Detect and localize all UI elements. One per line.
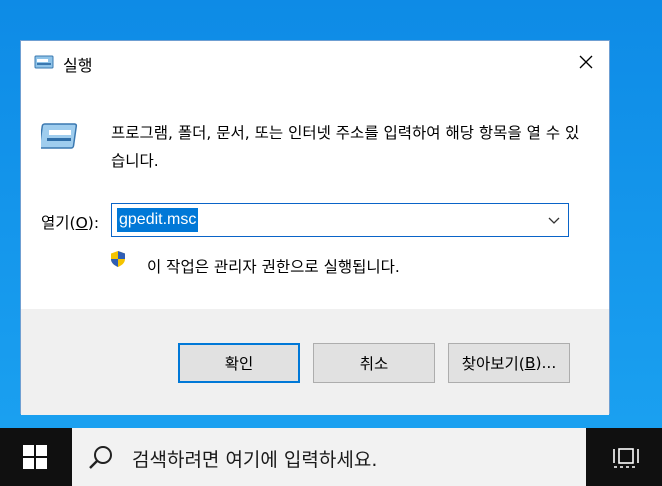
search-icon <box>89 446 112 469</box>
open-label-prefix: 열기( <box>41 214 76 232</box>
dialog-footer: 확인 취소 찾아보기(B)... <box>21 309 609 415</box>
browse-label-prefix: 찾아보기( <box>461 355 525 373</box>
admin-note: 이 작업은 관리자 권한으로 실행됩니다. <box>147 258 400 276</box>
browse-label-suffix: )... <box>535 354 557 372</box>
dialog-title: 실행 <box>63 56 93 75</box>
close-button[interactable] <box>563 41 609 83</box>
cancel-button[interactable]: 취소 <box>313 343 435 383</box>
chevron-down-icon[interactable] <box>548 214 560 226</box>
open-label-accesskey: O <box>75 214 88 232</box>
uac-shield-icon <box>111 251 125 267</box>
search-placeholder: 검색하려면 여기에 입력하세요. <box>132 449 378 471</box>
taskbar: 검색하려면 여기에 입력하세요. <box>0 428 662 486</box>
windows-logo-icon <box>23 445 47 469</box>
ok-button[interactable]: 확인 <box>178 343 300 383</box>
browse-button[interactable]: 찾아보기(B)... <box>448 343 570 383</box>
taskbar-search-box[interactable]: 검색하려면 여기에 입력하세요. <box>72 428 586 486</box>
task-view-icon <box>613 448 639 468</box>
dialog-description: 프로그램, 폴더, 문서, 또는 인터넷 주소를 입력하여 해당 항목을 열 수… <box>111 124 580 170</box>
browse-accesskey: B <box>524 354 536 372</box>
open-combobox[interactable]: gpedit.msc <box>111 203 569 237</box>
run-dialog: 실행 프로그램, 폴더, 문서, 또는 인터넷 주소를 입력하여 해당 항목을 … <box>20 40 610 415</box>
run-icon <box>34 55 54 69</box>
run-large-icon <box>41 123 78 149</box>
start-button[interactable] <box>0 428 70 486</box>
open-label-suffix: ): <box>87 214 100 232</box>
open-input[interactable]: gpedit.msc <box>117 208 199 232</box>
close-icon <box>579 55 593 69</box>
task-view-button[interactable] <box>590 428 662 486</box>
open-label: 열기(O): <box>41 211 99 233</box>
title-bar[interactable]: 실행 <box>21 41 609 83</box>
